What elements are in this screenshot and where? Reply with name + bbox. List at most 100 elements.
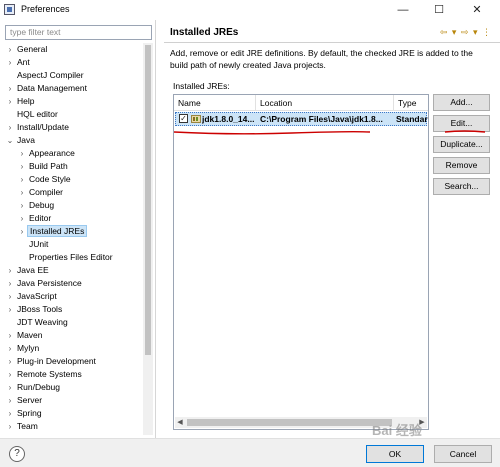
tree-item[interactable]: JDT Weaving [5, 316, 70, 329]
tree-item[interactable]: › Run/Debug [5, 381, 62, 394]
jre-location-cell: C:\Program Files\Java\jdk1.8... [260, 114, 383, 124]
tree-item[interactable]: › Help [5, 95, 36, 108]
tree-item[interactable]: › Installed JREs [17, 225, 88, 238]
table-row[interactable]: ✓ jdk1.8.0_14... C:\Program Files\Java\j… [175, 112, 428, 126]
tree-item[interactable]: › Remote Systems [5, 368, 84, 381]
tree-item-label: Compiler [29, 187, 64, 197]
tree-item-label: JDT Weaving [17, 317, 68, 327]
tree-item[interactable]: › Java EE [5, 264, 51, 277]
tree-item-label: Help [17, 96, 35, 106]
tree-scrollbar[interactable] [143, 43, 153, 435]
chevron-right-icon[interactable]: › [5, 82, 15, 95]
tree-item-label: Run/Debug [17, 382, 61, 392]
tree-item[interactable]: › Build Path [17, 160, 70, 173]
chevron-right-icon[interactable]: › [5, 277, 15, 290]
chevron-right-icon[interactable]: › [5, 381, 15, 394]
jre-name-cell: jdk1.8.0_14... [202, 114, 255, 124]
chevron-right-icon[interactable]: › [5, 342, 15, 355]
jre-type-cell: Standar [396, 114, 428, 124]
column-header-type[interactable]: Type [394, 95, 428, 111]
chevron-right-icon[interactable]: › [17, 199, 27, 212]
chevron-right-icon[interactable]: › [5, 56, 15, 69]
tree-item[interactable]: › JBoss Tools [5, 303, 64, 316]
tree-item-label: Installed JREs [27, 225, 88, 237]
remove-button[interactable]: Remove [433, 157, 490, 174]
tree-item[interactable]: › Ant [5, 56, 32, 69]
tree-item[interactable]: › Java Persistence [5, 277, 84, 290]
chevron-right-icon[interactable]: › [17, 160, 27, 173]
scrollbar-thumb[interactable] [145, 45, 151, 355]
tree-item[interactable]: › Mylyn [5, 342, 41, 355]
tree-item[interactable]: › Code Style [17, 173, 73, 186]
tree-item-label: Maven [17, 330, 43, 340]
chevron-right-icon[interactable]: › [17, 212, 27, 225]
tree-item-label: Java Persistence [17, 278, 82, 288]
tree-item[interactable]: AspectJ Compiler [5, 69, 86, 82]
tree-item-label: Remote Systems [17, 369, 82, 379]
chevron-right-icon[interactable]: › [5, 368, 15, 381]
tree-item[interactable]: › JavaScript [5, 290, 59, 303]
chevron-right-icon[interactable]: › [5, 290, 15, 303]
tree-item[interactable]: › Appearance [17, 147, 77, 160]
tree-item[interactable]: JUnit [17, 238, 50, 251]
tree-item-label: Code Style [29, 174, 71, 184]
chevron-right-icon[interactable]: › [5, 329, 15, 342]
search-button[interactable]: Search... [433, 178, 490, 195]
duplicate-button[interactable]: Duplicate... [433, 136, 490, 153]
chevron-right-icon[interactable]: › [5, 407, 15, 420]
tree-item[interactable]: › Team [5, 420, 40, 433]
chevron-right-icon[interactable]: › [5, 420, 15, 433]
tree-item-label: AspectJ Compiler [17, 70, 84, 80]
tree-item[interactable]: › Server [5, 394, 44, 407]
chevron-right-icon[interactable]: › [17, 147, 27, 160]
chevron-right-icon[interactable]: › [5, 264, 15, 277]
scrollbar-thumb[interactable] [187, 419, 392, 426]
tree-item[interactable]: › Data Management [5, 82, 89, 95]
help-icon[interactable]: ? [9, 446, 25, 462]
chevron-right-icon[interactable]: › [5, 394, 15, 407]
tree-item-label: Install/Update [17, 122, 69, 132]
maximize-button[interactable]: ☐ [424, 0, 454, 20]
tree-item[interactable]: › Debug [17, 199, 56, 212]
chevron-right-icon[interactable]: › [17, 225, 27, 238]
tree-item-label: Spring [17, 408, 42, 418]
cancel-button[interactable]: Cancel [434, 445, 492, 463]
tree-item[interactable]: ⌄ Java [5, 134, 37, 147]
jre-checkbox[interactable]: ✓ [179, 114, 188, 123]
tree-item[interactable]: HQL editor [5, 108, 60, 121]
tree-item[interactable]: › Spring [5, 407, 44, 420]
ok-button[interactable]: OK [366, 445, 424, 463]
chevron-right-icon[interactable]: › [5, 303, 15, 316]
chevron-right-icon[interactable]: › [5, 355, 15, 368]
chevron-right-icon[interactable]: › [5, 43, 15, 56]
tree-item[interactable]: Properties Files Editor [17, 251, 115, 264]
add-button[interactable]: Add... [433, 94, 490, 111]
tree-item[interactable]: › Maven [5, 329, 45, 342]
chevron-right-icon[interactable]: › [17, 173, 27, 186]
history-nav-icons[interactable]: ⇦ ▾ ⇨ ▾ ⋮ [440, 27, 492, 38]
eclipse-app-icon [4, 4, 15, 15]
chevron-down-icon[interactable]: ⌄ [5, 134, 15, 147]
column-header-location[interactable]: Location [256, 95, 394, 111]
tree-item[interactable]: › Plug-in Development [5, 355, 98, 368]
chevron-right-icon[interactable]: › [5, 95, 15, 108]
window-title: Preferences [21, 4, 70, 14]
column-header-name[interactable]: Name [174, 95, 256, 111]
tree-item[interactable]: › Install/Update [5, 121, 71, 134]
chevron-right-icon[interactable]: › [17, 186, 27, 199]
tree-item[interactable]: › General [5, 43, 49, 56]
tree-item-label: JUnit [29, 239, 49, 249]
tree-item-label: Debug [29, 200, 55, 210]
filter-input[interactable]: type filter text [5, 25, 152, 40]
minimize-button[interactable]: — [388, 0, 418, 20]
tree-item-label: Java EE [17, 265, 49, 275]
tree-item[interactable]: › Editor [17, 212, 53, 225]
chevron-right-icon[interactable]: › [5, 121, 15, 134]
scroll-left-arrow-icon[interactable]: ◀ [175, 417, 185, 428]
watermark: Bai 经验 [372, 423, 422, 438]
tree-item[interactable]: › Compiler [17, 186, 65, 199]
close-button[interactable]: ✕ [462, 0, 492, 20]
title-bar: Preferences — ☐ ✕ [0, 0, 500, 20]
preferences-tree: › General › Ant AspectJ Compiler › Data Manage… [5, 43, 152, 435]
page-header: Installed JREs ⇦ ▾ ⇨ ▾ ⋮ [164, 20, 500, 42]
